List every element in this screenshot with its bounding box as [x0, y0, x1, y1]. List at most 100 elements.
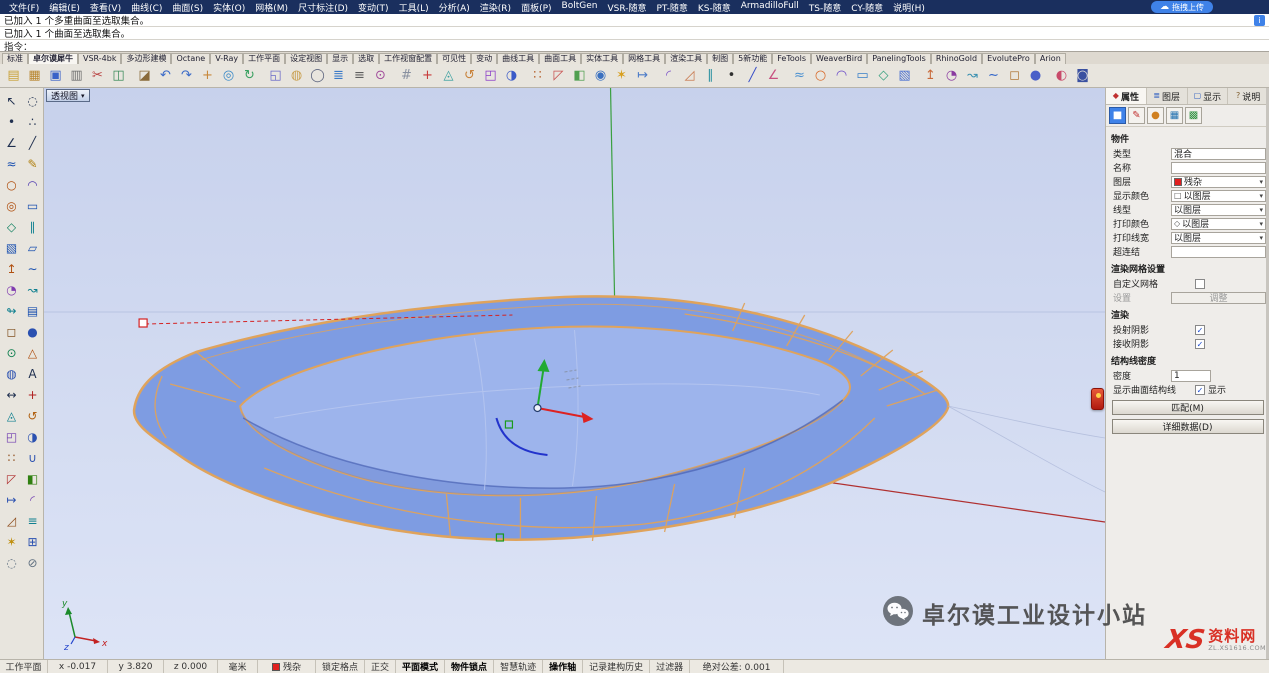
- ribbon-tab[interactable]: 变动: [471, 53, 497, 64]
- ribbon-tab[interactable]: WeaverBird: [811, 53, 867, 64]
- show-isocurves-checkbox[interactable]: ✓: [1195, 385, 1205, 395]
- panel-tab-display[interactable]: ▢显示: [1188, 88, 1229, 104]
- menu-item[interactable]: 文件(F): [4, 1, 44, 14]
- menu-item[interactable]: PT-随意: [651, 1, 692, 14]
- status-toggle-smarttrack[interactable]: 智慧轨迹: [494, 660, 543, 673]
- chamfer-icon[interactable]: ◿: [679, 66, 700, 86]
- rotate-icon[interactable]: ↺: [22, 405, 43, 426]
- revolve-icon[interactable]: ◔: [941, 66, 962, 86]
- status-layer[interactable]: 残杂: [258, 660, 316, 673]
- line-icon[interactable]: ╱: [22, 132, 43, 153]
- box-icon[interactable]: ◻: [1004, 66, 1025, 86]
- rectangle-icon[interactable]: ▭: [22, 195, 43, 216]
- sweep2-icon[interactable]: ↬: [1, 300, 22, 321]
- status-toggle-grid-snap[interactable]: 锁定格点: [316, 660, 365, 673]
- sketch-icon[interactable]: ✎: [22, 153, 43, 174]
- box-icon[interactable]: ◻: [1, 321, 22, 342]
- dimension-icon[interactable]: ↔: [1, 384, 22, 405]
- material-mode-icon[interactable]: ●: [1147, 107, 1164, 124]
- ribbon-tab[interactable]: FeTools: [772, 53, 811, 64]
- layers-icon[interactable]: ≣: [328, 66, 349, 86]
- match-button[interactable]: 匹配(M): [1112, 400, 1264, 415]
- print-icon[interactable]: ▥: [66, 66, 87, 86]
- status-toggle-filter[interactable]: 过滤器: [650, 660, 690, 673]
- ribbon-tab[interactable]: 标准: [2, 53, 28, 64]
- menu-item[interactable]: 渲染(R): [475, 1, 516, 14]
- ribbon-tab[interactable]: 设定视图: [285, 53, 327, 64]
- point-icon[interactable]: •: [1, 111, 22, 132]
- menu-item[interactable]: 实体(O): [208, 1, 250, 14]
- extend-icon[interactable]: ↦: [632, 66, 653, 86]
- viewport-title-tab[interactable]: 透视图 ▾: [46, 89, 90, 102]
- extend-icon[interactable]: ↦: [1, 489, 22, 510]
- status-toggle-osnap[interactable]: 物件锁点: [445, 660, 494, 673]
- property-value[interactable]: ◇以图层▾: [1171, 218, 1266, 230]
- sphere-icon[interactable]: ●: [22, 321, 43, 342]
- curve-icon[interactable]: ≈: [1, 153, 22, 174]
- arc-icon[interactable]: ◠: [22, 174, 43, 195]
- cone-icon[interactable]: △: [22, 342, 43, 363]
- menu-item[interactable]: 曲面(S): [167, 1, 208, 14]
- ribbon-tab[interactable]: 显示: [327, 53, 353, 64]
- receive-shadows-checkbox[interactable]: ✓: [1195, 339, 1205, 349]
- text-icon[interactable]: A: [22, 363, 43, 384]
- status-toggle-history[interactable]: 记录建构历史: [583, 660, 650, 673]
- ribbon-tab[interactable]: 卓尔谟犀牛: [28, 53, 78, 64]
- array-icon[interactable]: ∷: [1, 447, 22, 468]
- ribbon-tab[interactable]: PanelingTools: [867, 53, 931, 64]
- open-file-icon[interactable]: ▦: [24, 66, 45, 86]
- corner-surface-icon[interactable]: ▱: [22, 237, 43, 258]
- grid-icon[interactable]: #: [396, 66, 417, 86]
- point-icon[interactable]: •: [721, 66, 742, 86]
- cylinder-icon[interactable]: ⊙: [1, 342, 22, 363]
- join-icon[interactable]: ◉: [590, 66, 611, 86]
- ribbon-tab[interactable]: 网格工具: [623, 53, 665, 64]
- ellipse-icon[interactable]: ◎: [1, 195, 22, 216]
- rotate-view-icon[interactable]: ↻: [239, 66, 260, 86]
- loft-icon[interactable]: ∼: [983, 66, 1004, 86]
- loft-icon[interactable]: ∼: [22, 258, 43, 279]
- ribbon-tab[interactable]: 实体工具: [581, 53, 623, 64]
- zoom-extents-icon[interactable]: ◱: [265, 66, 286, 86]
- menu-item[interactable]: 网格(M): [250, 1, 293, 14]
- redo-icon[interactable]: ↷: [176, 66, 197, 86]
- gumball-center[interactable]: [534, 405, 541, 412]
- save-icon[interactable]: ▣: [45, 66, 66, 86]
- ribbon-tab[interactable]: 可见性: [437, 53, 471, 64]
- new-file-icon[interactable]: ▤: [3, 66, 24, 86]
- cut-icon[interactable]: ✂: [87, 66, 108, 86]
- shaded-view-icon[interactable]: ◍: [286, 66, 307, 86]
- menu-item[interactable]: KS-随意: [693, 1, 736, 14]
- viewport[interactable]: x y z 透视图 ▾: [44, 88, 1105, 659]
- menu-item[interactable]: 尺寸标注(D): [293, 1, 353, 14]
- fillet-icon[interactable]: ◜: [658, 66, 679, 86]
- move-icon[interactable]: +: [22, 384, 43, 405]
- property-value[interactable]: 以图层▾: [1171, 204, 1266, 216]
- torus-icon[interactable]: ◍: [1, 363, 22, 384]
- status-toggle-ortho[interactable]: 正交: [365, 660, 396, 673]
- property-value[interactable]: 混合: [1171, 148, 1266, 160]
- pan-icon[interactable]: +: [197, 66, 218, 86]
- split-icon[interactable]: ◧: [22, 468, 43, 489]
- menu-item[interactable]: 曲线(C): [126, 1, 167, 14]
- copy-icon[interactable]: ◫: [108, 66, 129, 86]
- offset-icon[interactable]: ∥: [700, 66, 721, 86]
- revolve-icon[interactable]: ◔: [1, 279, 22, 300]
- panel-tab-help[interactable]: ?说明: [1228, 88, 1269, 104]
- sphere-icon[interactable]: ●: [1025, 66, 1046, 86]
- circle-icon[interactable]: ○: [1, 174, 22, 195]
- ribbon-tab[interactable]: 工作平面: [243, 53, 285, 64]
- ribbon-tab[interactable]: 渲染工具: [665, 53, 707, 64]
- ribbon-tab[interactable]: EvolutePro: [982, 53, 1035, 64]
- patch-icon[interactable]: ▤: [22, 300, 43, 321]
- object-mode-icon[interactable]: ■: [1109, 107, 1126, 124]
- array-icon[interactable]: ∷: [527, 66, 548, 86]
- menu-item[interactable]: 分析(A): [434, 1, 475, 14]
- paint-mode-icon[interactable]: ✎: [1128, 107, 1145, 124]
- render-icon[interactable]: ◙: [1072, 66, 1093, 86]
- panel-tab-properties[interactable]: ◆属性: [1106, 88, 1147, 104]
- property-value[interactable]: 残杂▾: [1171, 176, 1266, 188]
- polyline-icon[interactable]: ∠: [763, 66, 784, 86]
- osnap-icon[interactable]: ⊙: [370, 66, 391, 86]
- menu-item[interactable]: 变动(T): [353, 1, 394, 14]
